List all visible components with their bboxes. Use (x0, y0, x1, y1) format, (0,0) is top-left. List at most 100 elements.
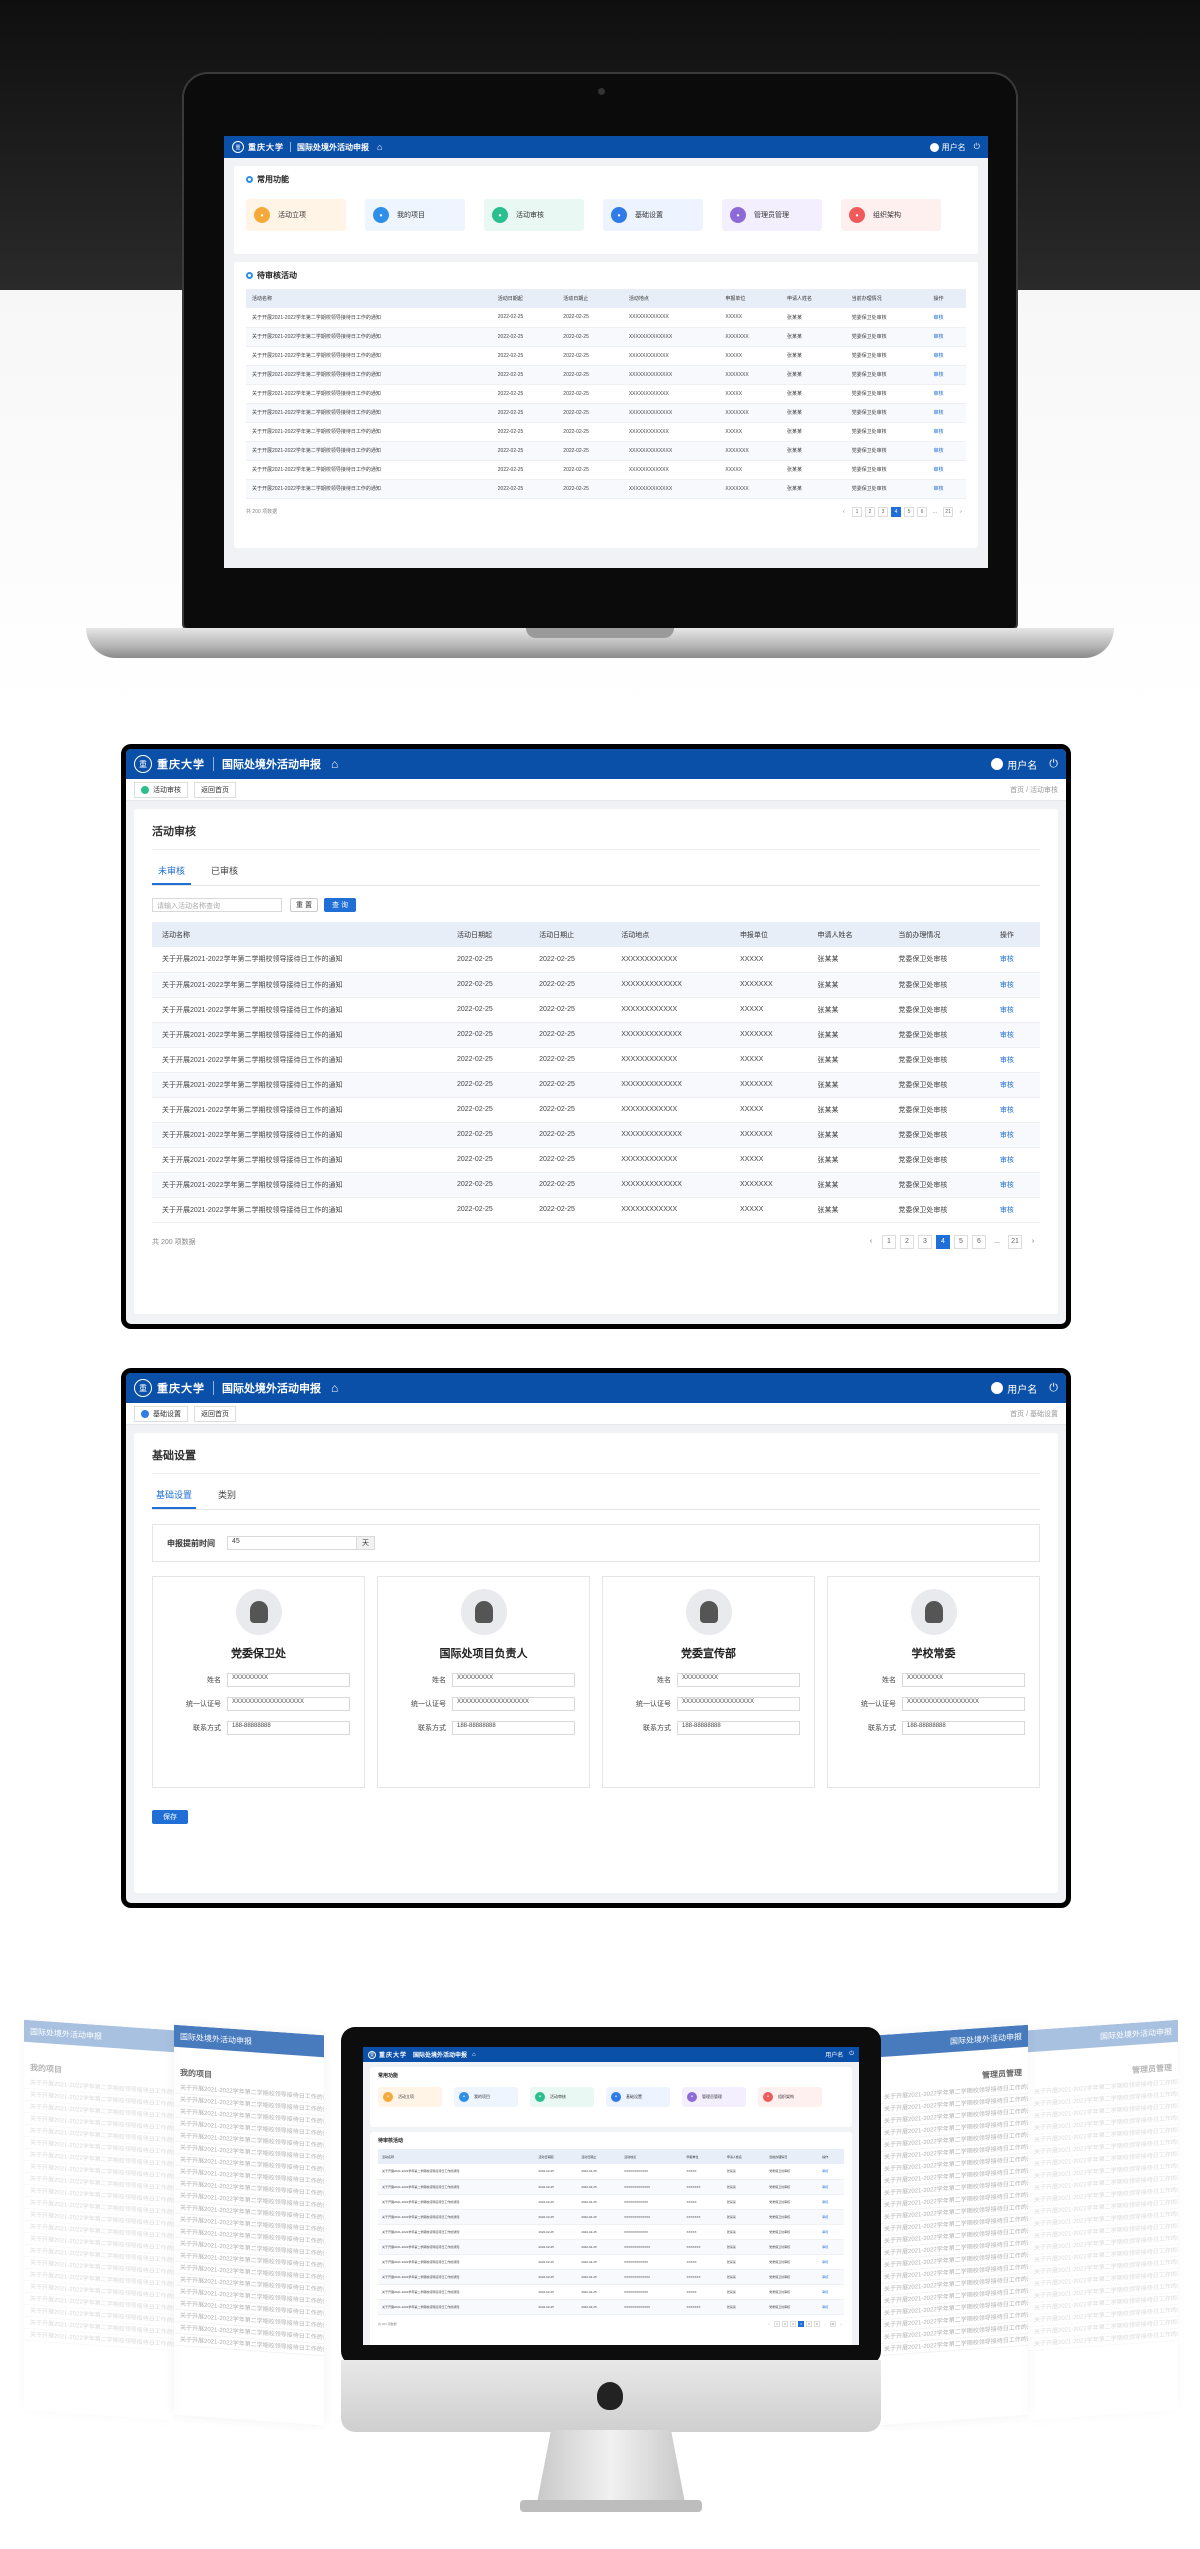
prev-page-button[interactable]: ‹ (839, 506, 849, 517)
field-input[interactable]: XXXXXXXXXXXXXXXXXX (902, 1697, 1025, 1711)
audit-link[interactable]: 审核 (989, 1172, 1040, 1198)
audit-link[interactable]: 审核 (818, 2194, 844, 2210)
tab-unaudited[interactable]: 未审核 (152, 858, 192, 885)
feature-user[interactable]: • 管理员管理 (722, 199, 822, 231)
prev-page-button[interactable]: ‹ (864, 1234, 878, 1249)
tab-home[interactable]: 返回首页 (194, 1405, 236, 1422)
audit-link[interactable]: 审核 (927, 403, 966, 423)
audit-link[interactable]: 审核 (818, 2254, 844, 2270)
home-icon[interactable]: ⌂ (331, 1381, 338, 1395)
audit-link[interactable]: 审核 (927, 479, 966, 499)
page-button[interactable]: 6 (917, 506, 927, 517)
audit-link[interactable]: 审核 (927, 308, 966, 328)
next-page-button[interactable]: › (838, 2320, 844, 2327)
feature-gear[interactable]: • 基础设置 (603, 199, 703, 231)
save-button[interactable]: 保存 (152, 1810, 188, 1824)
user-name[interactable]: 用户名 (825, 2050, 843, 2059)
tab-current[interactable]: 基础设置 (134, 1405, 188, 1422)
field-input[interactable]: 188-88888888 (452, 1721, 575, 1735)
audit-link[interactable]: 审核 (989, 1147, 1040, 1173)
tab-home[interactable]: 返回首页 (194, 781, 236, 798)
page-button[interactable]: 1 (852, 506, 862, 517)
audit-link[interactable]: 审核 (927, 441, 966, 461)
feature-check-doc[interactable]: • 活动审核 (484, 199, 584, 231)
tab-current[interactable]: 活动审核 (134, 781, 188, 798)
page-button[interactable]: 6 (972, 1234, 986, 1249)
page-button[interactable]: 1 (882, 1234, 896, 1249)
home-icon[interactable]: ⌂ (472, 2052, 476, 2058)
audit-link[interactable]: 审核 (818, 2209, 844, 2225)
feature-user[interactable]: • 管理员管理 (682, 2087, 746, 2107)
audit-link[interactable]: 审核 (818, 2239, 844, 2255)
audit-link[interactable]: 审核 (818, 2224, 844, 2240)
reset-button[interactable]: 重 置 (290, 898, 318, 912)
field-input[interactable]: XXXXXXXXX (902, 1673, 1025, 1687)
power-icon[interactable]: ⏻ (849, 2051, 854, 2058)
page-button[interactable]: 21 (943, 506, 953, 517)
page-button[interactable]: 6 (814, 2320, 820, 2327)
user-avatar-icon[interactable] (991, 758, 1004, 770)
audit-link[interactable]: 审核 (818, 2179, 844, 2195)
page-button[interactable]: 5 (806, 2320, 812, 2327)
audit-link[interactable]: 审核 (989, 1072, 1040, 1098)
user-name[interactable]: 用户名 (942, 142, 966, 153)
feature-refresh[interactable]: • 我的项目 (454, 2087, 518, 2107)
field-input[interactable]: XXXXXXXXXXXXXXXXXX (677, 1697, 800, 1711)
audit-link[interactable]: 审核 (989, 1197, 1040, 1223)
page-button[interactable]: 2 (900, 1234, 914, 1249)
user-name[interactable]: 用户名 (1007, 1381, 1037, 1396)
feature-form[interactable]: • 活动立项 (246, 199, 346, 231)
audit-link[interactable]: 审核 (989, 1022, 1040, 1048)
feature-form[interactable]: • 活动立项 (378, 2087, 442, 2107)
field-input[interactable]: 188-88888888 (902, 1721, 1025, 1735)
home-icon[interactable]: ⌂ (331, 757, 338, 771)
field-input[interactable]: 188-88888888 (677, 1721, 800, 1735)
page-button[interactable]: 2 (782, 2320, 788, 2327)
audit-link[interactable]: 审核 (989, 1047, 1040, 1073)
prev-page-button[interactable]: ‹ (766, 2320, 772, 2327)
field-input[interactable]: XXXXXXXXX (677, 1673, 800, 1687)
tab-audited[interactable]: 已审核 (205, 858, 244, 885)
page-button[interactable]: 21 (1008, 1234, 1022, 1249)
page-button[interactable]: 3 (878, 506, 888, 517)
audit-link[interactable]: 审核 (927, 422, 966, 442)
audit-link[interactable]: 审核 (927, 460, 966, 480)
feature-check-doc[interactable]: • 活动审核 (530, 2087, 594, 2107)
page-button[interactable]: 1 (774, 2320, 780, 2327)
audit-link[interactable]: 审核 (989, 997, 1040, 1023)
search-button[interactable]: 查 询 (324, 898, 356, 912)
tab-category[interactable]: 类别 (214, 1482, 240, 1509)
page-button[interactable]: 3 (918, 1234, 932, 1249)
audit-link[interactable]: 审核 (927, 346, 966, 366)
page-button[interactable]: 2 (865, 506, 875, 517)
audit-link[interactable]: 审核 (989, 972, 1040, 998)
feature-refresh[interactable]: • 我的项目 (365, 199, 465, 231)
field-input[interactable]: XXXXXXXXX (452, 1673, 575, 1687)
user-avatar-icon[interactable] (991, 1382, 1004, 1394)
feature-org[interactable]: • 组织架构 (841, 199, 941, 231)
audit-link[interactable]: 审核 (818, 2164, 844, 2180)
page-button[interactable]: 4 (798, 2320, 804, 2327)
power-icon[interactable]: ⏻ (1049, 758, 1058, 771)
audit-link[interactable]: 审核 (818, 2269, 844, 2285)
audit-link[interactable]: 审核 (927, 327, 966, 347)
field-input[interactable]: XXXXXXXXXXXXXXXXXX (452, 1697, 575, 1711)
page-button[interactable]: 4 (936, 1234, 950, 1249)
page-button[interactable]: 21 (830, 2320, 836, 2327)
tab-basic-settings[interactable]: 基础设置 (152, 1482, 197, 1509)
audit-link[interactable]: 审核 (818, 2284, 844, 2300)
next-page-button[interactable]: › (1026, 1234, 1040, 1249)
power-icon[interactable]: ⏻ (1049, 1382, 1058, 1395)
deadline-input[interactable]: 45 (227, 1536, 357, 1550)
page-button[interactable]: 3 (790, 2320, 796, 2327)
audit-link[interactable]: 审核 (927, 384, 966, 404)
user-name[interactable]: 用户名 (1007, 757, 1037, 772)
audit-link[interactable]: 审核 (818, 2299, 844, 2315)
search-input[interactable]: 请输入活动名称查询 (152, 898, 282, 912)
power-icon[interactable]: ⏻ (974, 142, 980, 152)
audit-link[interactable]: 审核 (989, 1122, 1040, 1148)
home-icon[interactable]: ⌂ (377, 142, 382, 152)
audit-link[interactable]: 审核 (989, 947, 1040, 973)
page-button[interactable]: 4 (891, 506, 901, 517)
feature-org[interactable]: • 组织架构 (758, 2087, 822, 2107)
